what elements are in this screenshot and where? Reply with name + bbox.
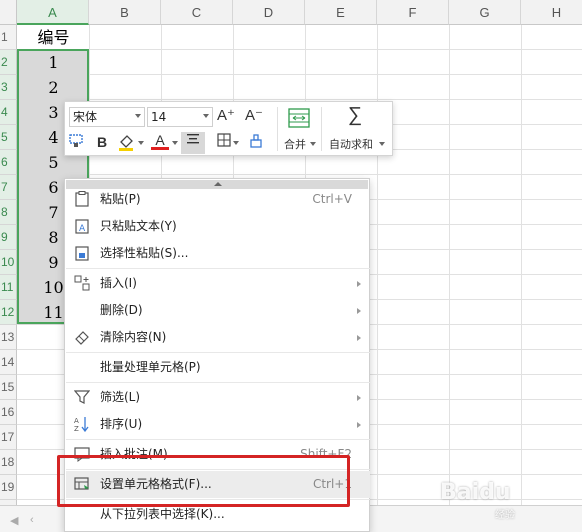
sort-icon: AZ (74, 416, 90, 433)
paste-icon (74, 191, 90, 207)
column-header-h[interactable]: H (521, 0, 582, 25)
filter-icon (73, 389, 91, 405)
menu-item-batch-process[interactable]: 批量处理单元格(P) (66, 354, 370, 381)
row-header[interactable]: 10 (0, 250, 17, 275)
select-all-corner[interactable] (0, 0, 17, 25)
menu-item-clear-contents[interactable]: 清除内容(N) (66, 324, 370, 351)
chevron-right-icon (357, 422, 361, 428)
cell-a1[interactable]: 编号 (18, 25, 89, 50)
eraser-icon (74, 329, 90, 345)
chevron-down-icon (203, 114, 209, 118)
font-name-select[interactable]: 宋体 (69, 107, 145, 127)
grow-font-icon[interactable]: A⁺ (217, 107, 235, 125)
column-header-f[interactable]: F (377, 0, 449, 25)
fill-color-icon[interactable] (117, 133, 135, 151)
column-header-e[interactable]: E (305, 0, 377, 25)
font-name-value: 宋体 (73, 110, 98, 124)
clear-icon[interactable] (247, 133, 265, 151)
chevron-down-icon[interactable] (172, 141, 178, 145)
menu-item-sort[interactable]: AZ 排序(U) (66, 411, 370, 438)
shrink-font-icon[interactable]: A⁻ (245, 107, 263, 125)
merge-label[interactable]: 合并 (284, 136, 306, 152)
chevron-right-icon (357, 281, 361, 287)
sigma-icon[interactable]: ∑ (344, 105, 366, 125)
row-header[interactable]: 6 (0, 150, 17, 175)
chevron-right-icon (357, 308, 361, 314)
svg-text:A: A (74, 417, 79, 425)
watermark: Baidu 经验 (440, 480, 580, 521)
chevron-down-icon[interactable] (310, 142, 316, 146)
border-icon[interactable] (215, 133, 233, 151)
bold-icon[interactable]: B (93, 133, 111, 151)
row-header[interactable]: 13 (0, 325, 17, 350)
mini-format-toolbar: 宋体 14 A⁺ A⁻ B A 合并 ∑ 自动求和 (64, 101, 393, 156)
insert-icon (74, 275, 90, 291)
chevron-down-icon (135, 114, 141, 118)
menu-item-paste-special[interactable]: 选择性粘贴(S)... (66, 240, 370, 267)
align-center-icon[interactable] (181, 132, 205, 154)
row-header[interactable]: 11 (0, 275, 17, 300)
column-header-a[interactable]: A (17, 0, 89, 25)
row-header[interactable]: 18 (0, 450, 17, 475)
menu-item-insert[interactable]: 插入(I) (66, 270, 370, 297)
watermark-text: Baidu (440, 480, 511, 505)
row-header[interactable]: 1 (0, 25, 17, 50)
column-header-c[interactable]: C (161, 0, 233, 25)
paste-special-icon (74, 245, 90, 261)
column-header-g[interactable]: G (449, 0, 521, 25)
watermark-sub: 经验 (495, 510, 515, 521)
row-header[interactable]: 16 (0, 400, 17, 425)
row-header[interactable]: 3 (0, 75, 17, 100)
font-size-value: 14 (151, 110, 167, 124)
svg-text:A: A (79, 224, 86, 234)
chevron-down-icon[interactable] (138, 141, 144, 145)
autosum-label[interactable]: 自动求和 (329, 136, 373, 152)
menu-item-delete[interactable]: 删除(D) (66, 297, 370, 324)
row-header[interactable]: 2 (0, 50, 17, 75)
chevron-down-icon[interactable] (379, 142, 385, 146)
chevron-right-icon (357, 335, 361, 341)
svg-text:Z: Z (74, 425, 79, 432)
menu-item-filter[interactable]: 筛选(L) (66, 384, 370, 411)
row-header[interactable]: 7 (0, 175, 17, 200)
menu-item-paste[interactable]: 粘贴(P) Ctrl+V (66, 186, 370, 213)
format-painter-icon[interactable] (67, 133, 85, 151)
row-header[interactable]: 5 (0, 125, 17, 150)
chevron-right-icon (357, 395, 361, 401)
first-sheet-icon[interactable]: ◀ (10, 514, 18, 527)
prev-sheet-icon[interactable]: ‹ (30, 514, 34, 526)
column-header-d[interactable]: D (233, 0, 305, 25)
chevron-down-icon[interactable] (233, 141, 239, 145)
row-header[interactable]: 8 (0, 200, 17, 225)
merge-icon[interactable] (287, 108, 311, 128)
row-header[interactable]: 17 (0, 425, 17, 450)
row-header[interactable]: 4 (0, 100, 17, 125)
font-size-select[interactable]: 14 (147, 107, 213, 127)
font-color-icon[interactable]: A (151, 133, 169, 150)
row-header[interactable]: 14 (0, 350, 17, 375)
highlight-annotation (57, 455, 350, 507)
row-header[interactable]: 9 (0, 225, 17, 250)
column-header-b[interactable]: B (89, 0, 161, 25)
paste-text-icon: A (74, 218, 90, 234)
menu-item-paste-text[interactable]: A 只粘贴文本(Y) (66, 213, 370, 240)
row-header[interactable]: 15 (0, 375, 17, 400)
row-header[interactable]: 19 (0, 475, 17, 500)
row-header[interactable]: 12 (0, 300, 17, 325)
